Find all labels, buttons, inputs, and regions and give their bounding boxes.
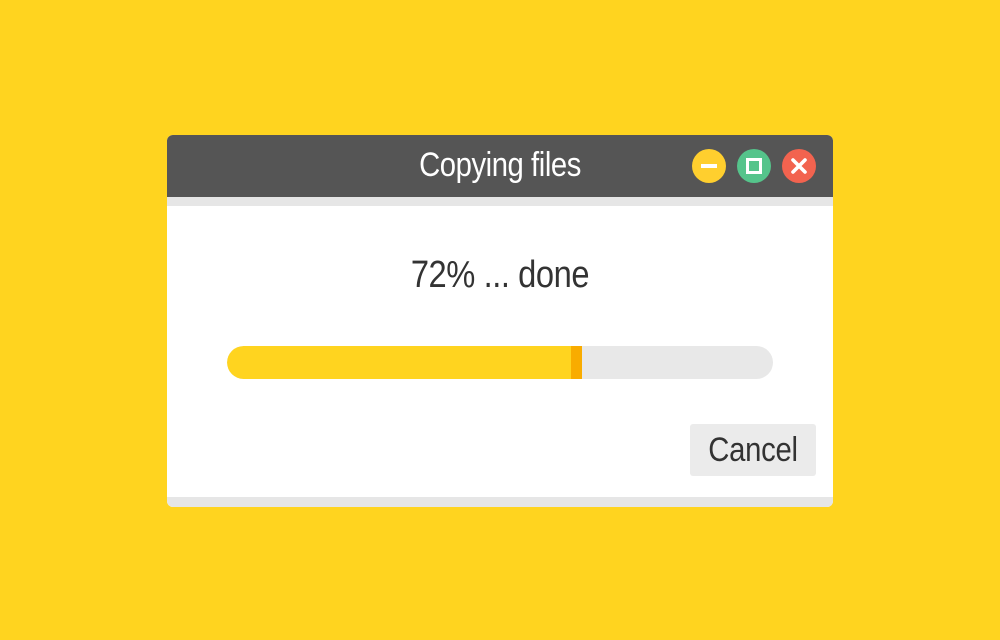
progress-status-text: 72% ... done bbox=[410, 254, 590, 296]
maximize-icon bbox=[746, 158, 762, 174]
copy-dialog: Copying files 72% ... done Cancel bbox=[167, 135, 833, 507]
progress-bar bbox=[227, 346, 773, 379]
dialog-bottom-edge bbox=[167, 497, 833, 507]
title-bar[interactable]: Copying files bbox=[167, 135, 833, 197]
cancel-button[interactable]: Cancel bbox=[690, 424, 816, 476]
maximize-button[interactable] bbox=[737, 149, 771, 183]
minimize-icon bbox=[701, 164, 717, 168]
progress-bar-cap bbox=[571, 346, 582, 379]
close-icon bbox=[791, 158, 807, 174]
minimize-button[interactable] bbox=[692, 149, 726, 183]
progress-bar-fill bbox=[227, 346, 582, 379]
close-button[interactable] bbox=[782, 149, 816, 183]
cancel-button-label: Cancel bbox=[708, 431, 798, 469]
title-bar-divider bbox=[167, 197, 833, 206]
